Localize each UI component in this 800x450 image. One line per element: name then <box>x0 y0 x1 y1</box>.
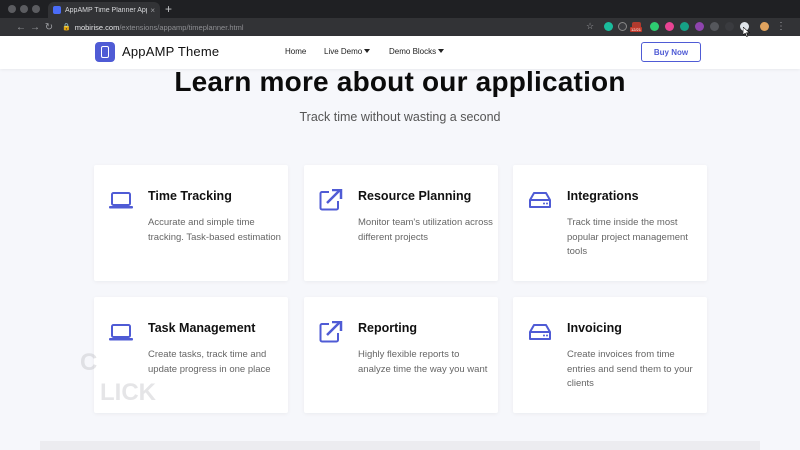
external-link-icon <box>319 321 343 343</box>
extension-gear-icon[interactable] <box>618 22 627 31</box>
browser-menu-icon[interactable]: ⋮ <box>774 21 788 32</box>
click-overlay-line: LICK <box>100 379 156 406</box>
forward-arrow-icon[interactable]: → <box>28 22 42 33</box>
logo-phone-icon[interactable] <box>95 42 115 62</box>
brand-name[interactable]: AppAMP Theme <box>122 44 219 59</box>
bookmark-star-icon[interactable]: ☆ <box>586 21 594 32</box>
feature-card-integrations: Integrations Track time inside the most … <box>513 165 707 281</box>
feature-description: Monitor team's utilization across differ… <box>358 217 493 243</box>
extension-purple-icon[interactable] <box>695 22 704 31</box>
feature-description: Accurate and simple time tracking. Task-… <box>148 217 281 243</box>
extension-badge: 12/21 <box>630 27 643 32</box>
feature-title: Task Management <box>148 321 256 335</box>
extension-grey-icon[interactable] <box>710 22 719 31</box>
chevron-down-icon <box>364 49 371 53</box>
feature-card-invoicing: Invoicing Create invoices from time entr… <box>513 297 707 413</box>
mouse-cursor-icon <box>743 27 751 37</box>
browser-tab[interactable]: AppAMP Time Planner App Des × <box>48 2 160 18</box>
feature-title: Time Tracking <box>148 189 232 203</box>
tab-title: AppAMP Time Planner App Des <box>65 6 147 14</box>
buy-now-button[interactable]: Buy Now <box>641 42 701 62</box>
feature-title: Reporting <box>358 321 418 335</box>
feature-description: Create tasks, track time and update prog… <box>148 349 271 375</box>
extension-cyan-icon[interactable] <box>680 22 689 31</box>
feature-description: Track time inside the most popular proje… <box>567 217 688 257</box>
feature-title: Resource Planning <box>358 189 472 203</box>
feature-card-reporting: Reporting Highly flexible reports to ana… <box>304 297 498 413</box>
extension-pen-icon[interactable] <box>725 22 734 31</box>
feature-description: Highly flexible reports to analyze time … <box>358 349 488 375</box>
extension-green-icon[interactable] <box>650 22 659 31</box>
next-section-edge <box>40 441 760 450</box>
reload-icon[interactable]: ↻ <box>42 22 56 33</box>
laptop-icon <box>109 324 133 341</box>
feature-title: Integrations <box>567 189 639 203</box>
nav-item-home[interactable]: Home <box>285 47 306 56</box>
back-arrow-icon[interactable]: ← <box>14 22 28 33</box>
site-navbar: AppAMP Theme Home Live Demo Demo Blocks … <box>0 36 800 69</box>
feature-card-resource-planning: Resource Planning Monitor team's utiliza… <box>304 165 498 281</box>
section-heading: Learn more about our application <box>174 66 626 97</box>
chevron-down-icon <box>438 49 445 53</box>
nav-item-live-demo[interactable]: Live Demo <box>324 47 371 56</box>
nav-item-demo-blocks[interactable]: Demo Blocks <box>389 47 445 56</box>
nav-item-label: Home <box>285 47 307 56</box>
nav-item-label: Live Demo <box>324 47 363 56</box>
tab-close-icon[interactable]: × <box>150 6 155 15</box>
nav-item-label: Demo Blocks <box>389 47 437 56</box>
click-overlay-text: C LICK <box>80 348 156 408</box>
feature-card-time-tracking: Time Tracking Accurate and simple time t… <box>94 165 288 281</box>
external-link-icon <box>319 189 343 211</box>
feature-title: Invoicing <box>567 321 622 335</box>
feature-description: Create invoices from time entries and se… <box>567 349 693 389</box>
profile-avatar[interactable] <box>760 22 769 31</box>
new-tab-button[interactable]: + <box>165 2 172 16</box>
lock-icon: 🔒 <box>62 24 71 31</box>
drive-icon <box>529 192 551 208</box>
extension-pink-icon[interactable] <box>665 22 674 31</box>
section-subheading: Track time without wasting a second <box>299 110 501 124</box>
url-host: mobirise.com <box>74 22 120 32</box>
window-maximize-button[interactable] <box>32 5 40 13</box>
url-path: /extensions/appamp/timeplanner.html <box>119 22 244 32</box>
tab-favicon-icon <box>53 6 61 14</box>
window-minimize-button[interactable] <box>20 5 28 13</box>
click-overlay-line: C <box>80 349 98 376</box>
address-bar[interactable]: 🔒 mobirise.com /extensions/appamp/timepl… <box>62 21 592 33</box>
laptop-icon <box>109 192 133 209</box>
browser-tab-bar: AppAMP Time Planner App Des × + <box>0 0 800 18</box>
drive-icon <box>529 324 551 340</box>
window-close-button[interactable] <box>8 5 16 13</box>
extension-teal-icon[interactable] <box>604 22 613 31</box>
